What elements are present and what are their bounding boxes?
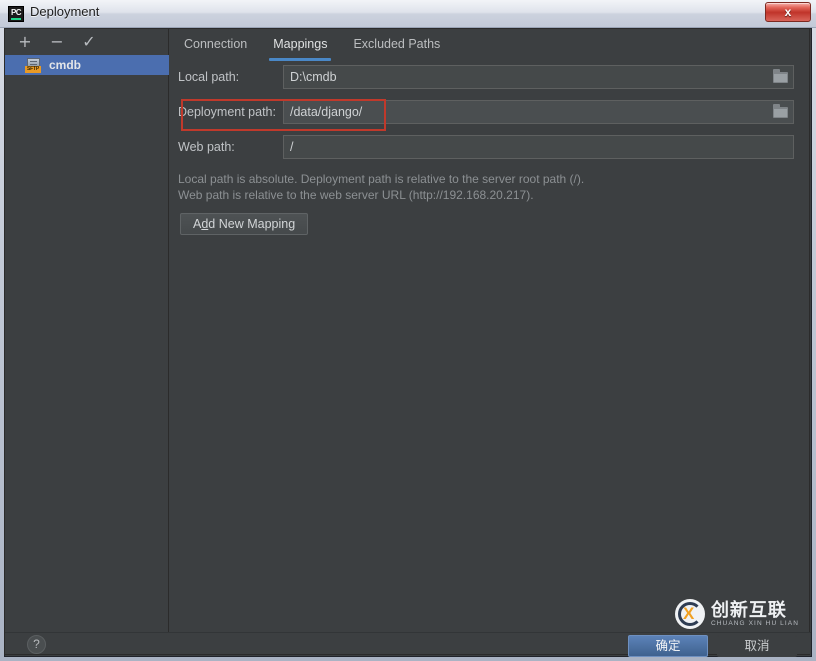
window-frame: PC Deployment x + − ✓ SFTP cmdb Connecti… [0,0,816,661]
tab-bar: Connection Mappings Excluded Paths [170,29,440,61]
dialog-body: + − ✓ SFTP cmdb Connection Mappings Excl… [4,28,812,657]
window-title: Deployment [30,4,100,19]
server-list-toolbar: + − ✓ [5,29,169,55]
local-path-label: Local path: [178,70,240,84]
sidebar-item-cmdb[interactable]: SFTP cmdb [5,55,169,75]
deployment-path-label: Deployment path: [178,105,276,119]
dialog-content: + − ✓ SFTP cmdb Connection Mappings Excl… [4,28,811,657]
server-list: SFTP cmdb [5,55,169,633]
web-path-field[interactable]: / [283,135,794,159]
sftp-badge-label: SFTP [25,65,41,73]
local-path-field[interactable]: D:\cmdb [283,65,794,89]
local-path-value[interactable]: D:\cmdb [284,70,768,84]
deployment-path-value[interactable]: /data/django/ [284,105,768,119]
cancel-button[interactable]: 取消 [717,635,797,657]
tab-mappings[interactable]: Mappings [269,37,332,61]
web-path-row: Web path: / [170,135,809,163]
deployment-path-row: Deployment path: /data/django/ [170,100,809,128]
server-list-panel: + − ✓ SFTP cmdb [5,29,169,633]
ok-button[interactable]: 确定 [628,635,708,657]
folder-icon [772,68,788,83]
web-path-label: Web path: [178,140,235,154]
mappings-form: Local path: D:\cmdb Deployment path: /da… [170,65,809,235]
help-button[interactable]: ? [27,635,46,654]
mappings-hint-text: Local path is absolute. Deployment path … [178,171,584,203]
hint-line-1: Local path is absolute. Deployment path … [178,172,585,186]
close-button[interactable]: x [765,2,811,22]
dialog-footer: ? 确定 取消 [5,632,811,657]
sidebar-item-label: cmdb [49,58,82,72]
mappings-panel: Connection Mappings Excluded Paths Local… [170,29,809,633]
add-server-icon[interactable]: + [17,34,33,50]
tab-excluded-paths[interactable]: Excluded Paths [353,37,440,59]
web-path-value[interactable]: / [284,140,793,154]
folder-icon [772,103,788,118]
local-path-row: Local path: D:\cmdb [170,65,809,93]
pycharm-icon: PC [8,6,24,22]
title-bar: PC Deployment x [0,0,816,28]
deployment-path-field[interactable]: /data/django/ [283,100,794,124]
local-path-browse-button[interactable] [768,66,792,88]
sftp-server-icon: SFTP [25,57,43,73]
tab-connection[interactable]: Connection [184,37,247,59]
hint-line-2: Web path is relative to the web server U… [178,188,534,202]
set-default-icon[interactable]: ✓ [81,34,97,50]
add-mapping-suffix: d New Mapping [208,217,296,231]
deployment-path-browse-button[interactable] [768,101,792,123]
remove-server-icon[interactable]: − [49,34,65,50]
add-new-mapping-button[interactable]: Add New Mapping [180,213,309,235]
